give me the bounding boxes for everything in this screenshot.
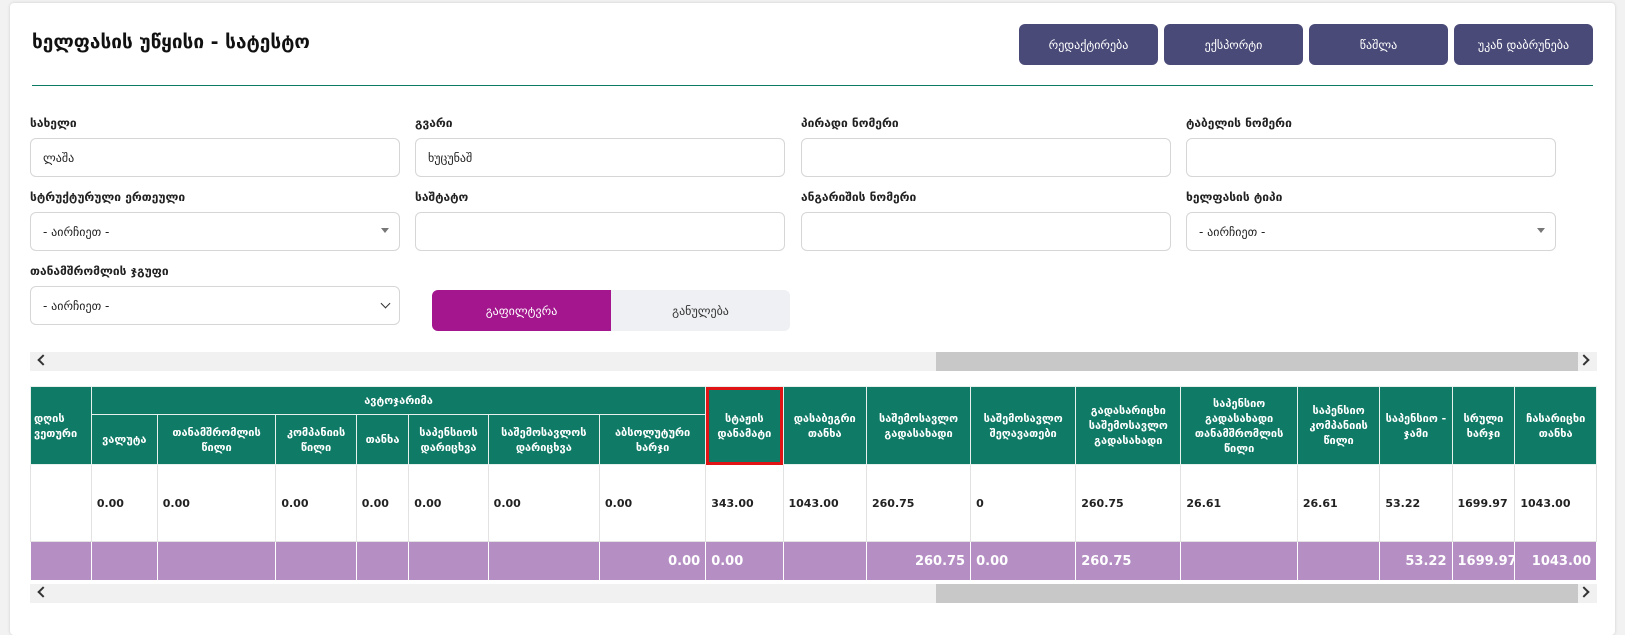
- col-header-currency: ვალუტა: [90, 414, 158, 465]
- col-header-taxable-amount: დასაბეგრი თანხა: [782, 386, 867, 465]
- col-header-amount: თანხა: [355, 414, 410, 465]
- cell-full-expense: 1699.97: [1451, 464, 1516, 542]
- cell-pension-total: 53.22: [1379, 464, 1453, 542]
- group-header-autofine: ავტოჯარიმა: [90, 386, 707, 415]
- col-header-employee-share: თანამშრომლის წილი: [156, 414, 277, 465]
- scroll-left-icon[interactable]: [37, 354, 49, 366]
- unit-select[interactable]: - აირჩიეთ -: [30, 212, 400, 251]
- cell-pension-calc: 0.00: [408, 464, 489, 542]
- reset-button[interactable]: განულება: [611, 290, 790, 331]
- page-title: ხელფასის უწყისი - სატესტო: [32, 31, 310, 53]
- last-name-field: გვარი ხუცუნაშ: [415, 116, 785, 177]
- cell-income-calc: 0.00: [487, 464, 601, 542]
- caret-down-icon: [381, 228, 389, 233]
- first-name-input[interactable]: ლაშა: [30, 138, 400, 177]
- tabel-number-label: ტაბელის ნომერი: [1186, 116, 1292, 130]
- cell-payable-income-tax: 260.75: [1075, 464, 1182, 542]
- total-full-expense: 1699.97: [1451, 541, 1516, 581]
- total-experience-bonus: 0.00: [705, 541, 784, 581]
- unit-select-value: - აირჩიეთ -: [43, 224, 110, 239]
- chevron-down-icon: [380, 298, 391, 309]
- scroll-right-icon[interactable]: [1578, 354, 1590, 366]
- table-scrollbar-top[interactable]: [30, 352, 1597, 371]
- payroll-table: დღის ვეთური ავტოჯარიმა სტაჟის დანამატი დ…: [30, 386, 1597, 581]
- cell-income-relief: 0: [970, 464, 1077, 542]
- col-header-pension-employee: საპენსიო გადასახადი თანამშრომლის წილი: [1180, 386, 1298, 465]
- position-label: საშტატო: [415, 190, 469, 204]
- salary-type-label: ხელფასის ტიპი: [1186, 190, 1283, 204]
- col-header-company-share: კომპანიის წილი: [275, 414, 357, 465]
- total-absolute-expense: 0.00: [598, 541, 707, 581]
- personal-number-label: პირადი ნომერი: [801, 116, 899, 130]
- cell-taxable-amount: 1043.00: [782, 464, 867, 542]
- personal-number-field: პირადი ნომერი: [801, 116, 1171, 177]
- col-header-pension-company: საპენსიო კომპანიის წილი: [1296, 386, 1381, 465]
- total-payable-amount: 1043.00: [1514, 541, 1597, 581]
- account-number-label: ანგარიშის ნომერი: [801, 190, 917, 204]
- total-payable-income-tax: 260.75: [1075, 541, 1182, 581]
- action-bar: რედაქტირება ექსპორტი წაშლა უკან დაბრუნებ…: [1019, 24, 1593, 65]
- first-name-label: სახელი: [30, 116, 77, 130]
- col-header-pension-total: საპენსიო - ჯამი: [1379, 386, 1453, 465]
- total-income-tax: 260.75: [865, 541, 972, 581]
- edit-button[interactable]: რედაქტირება: [1019, 24, 1158, 65]
- cell-absolute-expense: 0.00: [598, 464, 707, 542]
- scroll-right-icon[interactable]: [1578, 586, 1590, 598]
- last-name-input[interactable]: ხუცუნაშ: [415, 138, 785, 177]
- col-header-absolute-expense: აბსოლუტური ხარჯი: [598, 414, 707, 465]
- last-name-label: გვარი: [415, 116, 453, 130]
- totals-row: 0.00 0.00 260.75 0.00 260.75 53.22 1699.…: [30, 541, 1597, 581]
- col-header-income-calc: საშემოსავლოს დარიცხვა: [487, 414, 601, 465]
- employee-group-label: თანამშრომლის ჯგუფი: [30, 264, 169, 278]
- delete-button[interactable]: წაშლა: [1309, 24, 1448, 65]
- scrollbar-thumb[interactable]: [936, 352, 1578, 371]
- table-scrollbar-bottom[interactable]: [30, 584, 1597, 603]
- unit-label: სტრუქტურული ერთეული: [30, 190, 186, 204]
- col-header-income-tax: საშემოსავლო გადასახადი: [865, 386, 972, 465]
- position-input[interactable]: [415, 212, 785, 251]
- first-name-field: სახელი ლაშა: [30, 116, 400, 177]
- salary-type-select[interactable]: - აირჩიეთ -: [1186, 212, 1556, 251]
- cell-currency: 0.00: [90, 464, 158, 542]
- total-income-relief: 0.00: [970, 541, 1077, 581]
- employee-group-select-value: - აირჩიეთ -: [43, 298, 110, 313]
- account-number-input[interactable]: [801, 212, 1171, 251]
- payroll-card: ხელფასის უწყისი - სატესტო რედაქტირება ექ…: [10, 3, 1615, 635]
- total-pension-total: 53.22: [1379, 541, 1453, 581]
- col-header-payable-amount: ჩასარიცხი თანხა: [1514, 386, 1597, 465]
- personal-number-input[interactable]: [801, 138, 1171, 177]
- account-number-field: ანგარიშის ნომერი: [801, 190, 1171, 251]
- scrollbar-thumb[interactable]: [936, 584, 1578, 603]
- cell-amount: 0.00: [355, 464, 410, 542]
- cell-experience-bonus: 343.00: [705, 464, 784, 542]
- col-header-payable-income-tax: გადასარიცხი საშემოსავლო გადასახადი: [1075, 386, 1182, 465]
- table-row: 0.00 0.00 0.00 0.00 0.00 0.00 0.00 343.0…: [30, 464, 1597, 542]
- tabel-number-input[interactable]: [1186, 138, 1556, 177]
- cell-employee-share: 0.00: [156, 464, 277, 542]
- unit-field: სტრუქტურული ერთეული - აირჩიეთ -: [30, 190, 400, 251]
- back-button[interactable]: უკან დაბრუნება: [1454, 24, 1593, 65]
- export-button[interactable]: ექსპორტი: [1164, 24, 1303, 65]
- employee-group-select[interactable]: - აირჩიეთ -: [30, 286, 400, 325]
- cell-pension-company: 26.61: [1296, 464, 1381, 542]
- tabel-number-field: ტაბელის ნომერი: [1186, 116, 1556, 177]
- header-divider: [32, 85, 1593, 86]
- filter-button[interactable]: გაფილტვრა: [432, 290, 611, 331]
- cell-income-tax: 260.75: [865, 464, 972, 542]
- salary-type-field: ხელფასის ტიპი - აირჩიეთ -: [1186, 190, 1556, 251]
- col-header-income-relief: საშემოსავლო შეღავათები: [970, 386, 1077, 465]
- col-header-experience-bonus: სტაჟის დანამატი: [705, 386, 784, 465]
- cell-payable-amount: 1043.00: [1514, 464, 1597, 542]
- caret-down-icon: [1537, 228, 1545, 233]
- col-header-full-expense: სრული ხარჯი: [1451, 386, 1516, 465]
- col-header-pension-calc: საპენსიოს დარიცხვა: [408, 414, 489, 465]
- employee-group-field: თანამშრომლის ჯგუფი - აირჩიეთ -: [30, 264, 400, 325]
- position-field: საშტატო: [415, 190, 785, 251]
- col-header-day: დღის ვეთური: [30, 386, 92, 465]
- cell-day: [30, 464, 92, 542]
- cell-company-share: 0.00: [275, 464, 357, 542]
- cell-pension-employee: 26.61: [1180, 464, 1298, 542]
- scroll-left-icon[interactable]: [37, 586, 49, 598]
- salary-type-select-value: - აირჩიეთ -: [1199, 224, 1266, 239]
